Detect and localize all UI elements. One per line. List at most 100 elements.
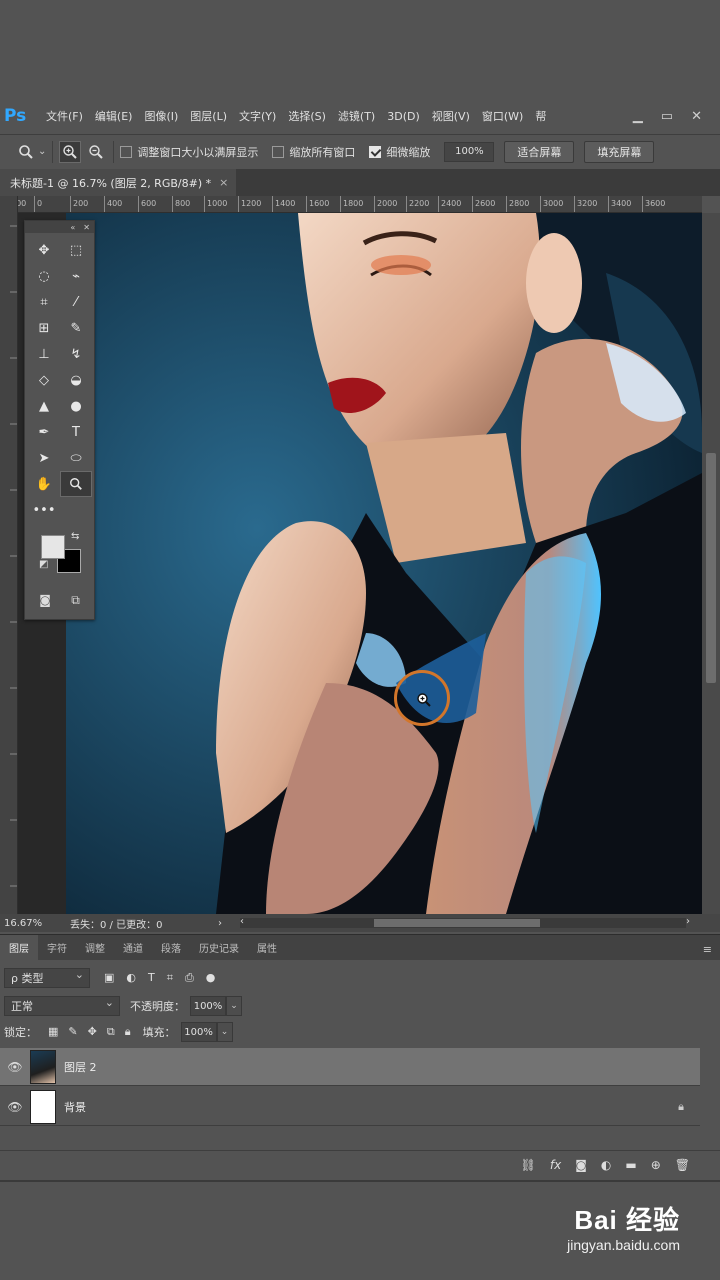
menu-filter[interactable]: 滤镜(T) [338,108,375,124]
fit-window-checkbox[interactable] [120,145,133,158]
menu-select[interactable]: 选择(S) [288,108,326,124]
menu-type[interactable]: 文字(Y) [239,108,276,124]
type-tool-icon[interactable]: T [60,419,92,445]
paint-bucket-tool-icon[interactable]: ◒ [60,367,92,393]
tool-preset-picker[interactable]: ⌄ [18,144,46,160]
horizontal-scrollbar[interactable] [240,918,686,928]
close-tab-icon[interactable]: × [219,176,228,189]
fill-field[interactable]: 100% [180,1022,217,1042]
panel-menu-icon[interactable]: ≡ [703,943,712,956]
layer-filter-dropdown[interactable]: ρ 类型 [4,968,90,988]
pen-tool-icon[interactable]: ✒ [28,419,60,445]
layer-style-fx-icon[interactable]: fx [550,1158,561,1172]
collapse-icon[interactable]: « [70,223,75,232]
menu-help[interactable]: 帮 [535,108,546,124]
opacity-dropdown-icon[interactable]: ⌄ [226,996,242,1016]
opacity-field[interactable]: 100% [190,996,226,1016]
lock-pixels-icon[interactable]: ✎ [68,1025,77,1039]
lock-position-icon[interactable]: ✥ [88,1025,97,1039]
zoom-all-checkbox[interactable] [272,145,285,158]
zoom-value-field[interactable]: 100% [444,141,495,162]
path-select-tool-icon[interactable]: ➤ [28,445,60,471]
history-brush-tool-icon[interactable]: ↯ [60,341,92,367]
screen-mode-icon[interactable]: ⧉ [71,593,80,608]
menu-3d[interactable]: 3D(D) [387,110,420,123]
swap-colors-icon[interactable]: ⇆ [71,531,79,542]
new-layer-icon[interactable]: ⊕ [651,1158,661,1172]
lasso-tool-icon[interactable]: ◌ [28,263,60,289]
fill-screen-button[interactable]: 填充屏幕 [584,140,655,163]
scroll-left-icon[interactable]: ‹ [240,916,244,927]
tab-channels[interactable]: 通道 [114,935,152,961]
blend-mode-dropdown[interactable]: 正常 [4,996,120,1016]
move-tool-icon[interactable]: ✥ [28,237,60,263]
menu-view[interactable]: 视图(V) [432,108,470,124]
filter-shape-icon[interactable]: ⌗ [167,971,173,985]
status-menu-arrow[interactable]: › [210,918,230,929]
vertical-ruler[interactable] [0,196,18,914]
zoom-tool-active-icon[interactable] [60,471,92,497]
scroll-right-icon[interactable]: › [686,916,690,927]
filter-smart-object-icon[interactable]: ⎙ [185,971,194,985]
filter-pixel-icon[interactable]: ▣ [104,971,114,985]
vertical-scrollbar[interactable] [702,213,720,914]
menu-window[interactable]: 窗口(W) [482,108,523,124]
document-canvas[interactable] [66,213,702,914]
horizontal-scroll-thumb[interactable] [374,919,540,927]
visibility-eye-icon[interactable]: 👁︎ [0,1060,30,1074]
blur-tool-icon[interactable]: ▲ [28,393,60,419]
fill-dropdown-icon[interactable]: ⌄ [216,1022,233,1042]
more-tools-icon[interactable]: ••• [28,497,60,523]
close-icon[interactable]: ✕ [691,109,702,124]
filter-type-icon[interactable]: T [148,971,155,985]
stamp-tool-icon[interactable]: ⊥ [28,341,60,367]
canvas-area[interactable] [18,213,702,914]
tab-paragraph[interactable]: 段落 [152,935,190,961]
lock-artboard-icon[interactable]: ⧉ [107,1025,115,1039]
delete-layer-icon[interactable]: 🗑︎ [675,1158,690,1172]
eraser-tool-icon[interactable]: ◇ [28,367,60,393]
zoom-in-button[interactable] [59,140,82,163]
quick-mask-icon[interactable]: ◙ [39,593,51,608]
default-colors-icon[interactable]: ◩ [39,559,48,570]
add-mask-icon[interactable]: ◙ [575,1158,587,1172]
brush-tool-icon[interactable]: ✎ [60,315,92,341]
menu-edit[interactable]: 编辑(E) [95,108,133,124]
layer-row[interactable]: 👁︎ 图层 2 [0,1048,700,1086]
filter-toggle-icon[interactable]: ● [206,971,216,985]
marquee-tool-icon[interactable]: ⬚ [60,237,92,263]
foreground-color-swatch[interactable] [41,535,65,559]
tools-panel-header[interactable]: « ✕ [25,221,94,233]
menu-layer[interactable]: 图层(L) [190,108,227,124]
restore-icon[interactable]: ▭ [661,109,673,124]
status-zoom[interactable]: 16.67% [0,918,70,929]
healing-tool-icon[interactable]: ⊞ [28,315,60,341]
document-tab[interactable]: 未标题-1 @ 16.7% (图层 2, RGB/8#) * × [0,169,236,196]
ellipse-tool-icon[interactable]: ⬭ [60,445,92,471]
lock-transparent-icon[interactable]: ▦ [48,1025,58,1039]
close-icon[interactable]: ✕ [83,223,90,232]
tab-properties[interactable]: 属性 [248,935,286,961]
quick-select-tool-icon[interactable]: ⌁ [60,263,92,289]
new-group-icon[interactable]: ▬ [625,1158,636,1172]
horizontal-ruler[interactable]: 200 0 200 400 600 800 1000 1200 1400 160… [18,196,702,213]
crop-tool-icon[interactable]: ⌗ [28,289,60,315]
link-layers-icon[interactable]: ⛓ [521,1158,536,1172]
hand-tool-icon[interactable]: ✋ [28,471,60,497]
fit-screen-button[interactable]: 适合屏幕 [504,140,575,163]
scrubby-zoom-checkbox[interactable] [369,145,382,158]
visibility-eye-icon[interactable]: 👁︎ [0,1100,30,1114]
lock-all-icon[interactable]: 🔒︎ [125,1025,131,1039]
tab-character[interactable]: 字符 [38,935,76,961]
adjustment-layer-icon[interactable]: ◐ [601,1158,611,1172]
tab-history[interactable]: 历史记录 [190,935,248,961]
minimize-icon[interactable]: ▁ [633,109,643,124]
filter-adjustment-icon[interactable]: ◐ [126,971,136,985]
menu-image[interactable]: 图像(I) [144,108,178,124]
zoom-out-button[interactable] [85,141,107,163]
vertical-scroll-thumb[interactable] [706,453,716,683]
dodge-tool-icon[interactable]: ● [60,393,92,419]
tab-adjustments[interactable]: 调整 [76,935,114,961]
menu-file[interactable]: 文件(F) [46,108,83,124]
layer-row[interactable]: 👁︎ 背景 🔒︎ [0,1088,700,1126]
